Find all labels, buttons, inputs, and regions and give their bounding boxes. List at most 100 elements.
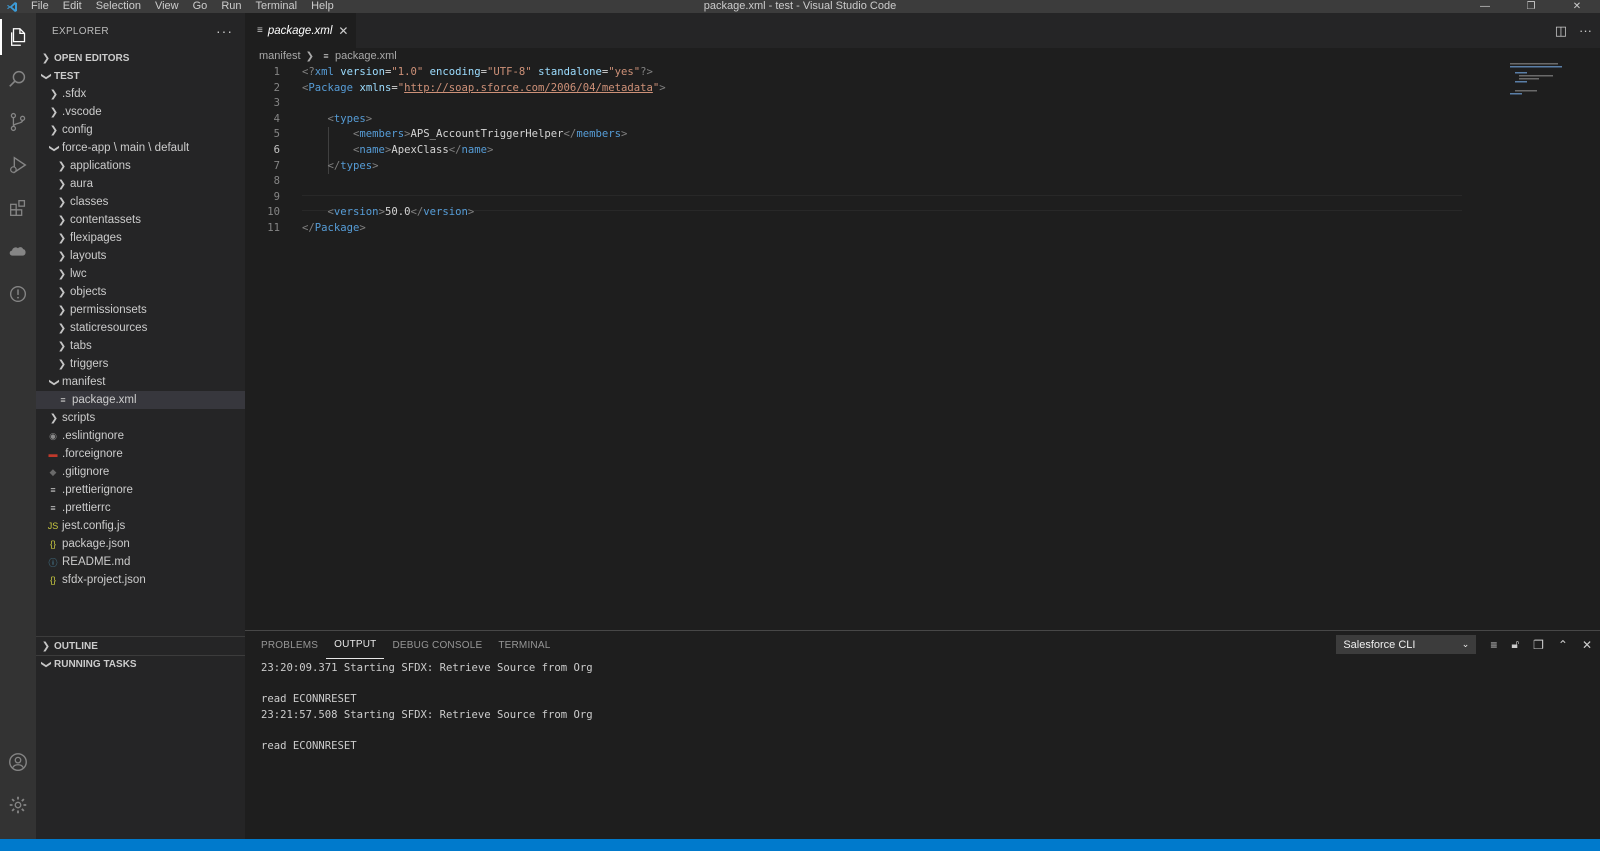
code-token: >	[359, 221, 366, 234]
chevron-right-icon: ❯	[49, 106, 59, 118]
tree-folder[interactable]: ❯ config	[36, 121, 245, 139]
menu-go[interactable]: Go	[186, 0, 215, 13]
search-icon[interactable]	[0, 61, 36, 97]
menu-view[interactable]: View	[148, 0, 186, 13]
tree-folder[interactable]: ❯ layouts	[36, 247, 245, 265]
close-panel-icon[interactable]: ✕	[1582, 638, 1592, 652]
tree-file[interactable]: ◆ .gitignore	[36, 463, 245, 481]
close-tab-icon[interactable]: ✕	[338, 24, 348, 38]
tree-item-label: .prettierrc	[62, 502, 111, 514]
menu-edit[interactable]: Edit	[56, 0, 89, 13]
clear-output-icon[interactable]: ≡	[1490, 638, 1497, 652]
tree-file[interactable]: ≡ .prettierrc	[36, 499, 245, 517]
workspace-section[interactable]: ❯ TEST	[36, 67, 245, 85]
tree-folder[interactable]: ❯ .vscode	[36, 103, 245, 121]
lock-icon[interactable]: 🔓︎	[1511, 637, 1519, 652]
forceignore-icon: ▬	[48, 449, 58, 459]
breadcrumb-file[interactable]: package.xml	[335, 50, 397, 62]
copy-icon[interactable]: ❐	[1533, 638, 1544, 652]
tree-folder[interactable]: ❯ aura	[36, 175, 245, 193]
menu-selection[interactable]: Selection	[89, 0, 148, 13]
menu-file[interactable]: File	[24, 0, 56, 13]
running-tasks-section[interactable]: ❯ RUNNING TASKS	[36, 655, 245, 673]
tree-item-label: .sfdx	[62, 88, 87, 100]
tree-folder[interactable]: ❯ flexipages	[36, 229, 245, 247]
tree-item-label: aura	[70, 178, 94, 190]
code-token: </	[410, 206, 424, 219]
code-token: "yes"	[608, 66, 641, 78]
code-line: 6 <name>ApexClass</name>	[245, 143, 1465, 159]
tree-file[interactable]: JS jest.config.js	[36, 517, 245, 535]
tree-folder[interactable]: ❯ manifest	[36, 373, 245, 391]
minimize-icon[interactable]: —	[1462, 0, 1508, 13]
code-token[interactable]: http://soap.sforce.com/2006/04/metadata	[404, 82, 653, 94]
tree-folder[interactable]: ❯ objects	[36, 283, 245, 301]
minimap[interactable]	[1505, 61, 1600, 630]
output-log[interactable]: 23:20:09.371 Starting SFDX: Retrieve Sou…	[245, 659, 1600, 755]
tree-file[interactable]: ≡ package.xml	[36, 391, 245, 409]
restore-icon[interactable]: ❐	[1508, 0, 1554, 13]
tree-folder[interactable]: ❯ scripts	[36, 409, 245, 427]
tree-folder[interactable]: ❯ lwc	[36, 265, 245, 283]
breadcrumb-folder[interactable]: manifest	[259, 50, 301, 62]
more-actions-icon[interactable]: ···	[216, 23, 233, 39]
tab-output[interactable]: OUTPUT	[326, 631, 385, 659]
tree-file[interactable]: ⓘ README.md	[36, 553, 245, 571]
tab-problems[interactable]: PROBLEMS	[253, 631, 326, 659]
chevron-up-icon[interactable]: ⌃	[1558, 638, 1568, 652]
tree-folder[interactable]: ❯ classes	[36, 193, 245, 211]
code-token: version	[423, 206, 468, 219]
code-line: 5 <members>APS_AccountTriggerHelper</mem…	[245, 127, 1465, 143]
workspace-label: TEST	[54, 70, 80, 82]
tab-terminal[interactable]: TERMINAL	[490, 631, 558, 659]
output-line: 23:20:09.371 Starting SFDX: Retrieve Sou…	[261, 662, 593, 674]
tree-file[interactable]: ≡ .prettierignore	[36, 481, 245, 499]
tree-file[interactable]: {} sfdx-project.json	[36, 571, 245, 589]
salesforce-cloud-icon[interactable]	[0, 233, 36, 269]
run-debug-icon[interactable]	[0, 147, 36, 183]
close-icon[interactable]: ✕	[1554, 0, 1600, 13]
menu-help[interactable]: Help	[304, 0, 341, 13]
extensions-icon[interactable]	[0, 190, 36, 226]
tree-folder[interactable]: ❯ contentassets	[36, 211, 245, 229]
open-editors-section[interactable]: ❯ OPEN EDITORS	[36, 49, 245, 67]
explorer-icon[interactable]	[0, 19, 36, 55]
output-channel-select[interactable]: Salesforce CLI ⌄	[1336, 635, 1477, 654]
tree-folder[interactable]: ❯ .sfdx	[36, 85, 245, 103]
tree-item-label: lwc	[70, 268, 87, 280]
source-control-icon[interactable]	[0, 104, 36, 140]
outline-section[interactable]: ❯ OUTLINE	[36, 637, 245, 655]
settings-gear-icon[interactable]	[0, 787, 36, 823]
tree-folder[interactable]: ❯ triggers	[36, 355, 245, 373]
tab-debug-console[interactable]: DEBUG CONSOLE	[384, 631, 490, 659]
tab-package-xml[interactable]: ≡ package.xml ✕	[245, 13, 357, 48]
chevron-right-icon: ❯	[57, 250, 67, 262]
split-editor-icon[interactable]: ◫	[1555, 23, 1567, 39]
tree-file[interactable]: ◉ .eslintignore	[36, 427, 245, 445]
chevron-right-icon: ❯	[305, 50, 314, 62]
line-number: 6	[273, 143, 280, 156]
problems-alert-icon[interactable]	[0, 276, 36, 312]
tree-folder[interactable]: ❯ applications	[36, 157, 245, 175]
code-token: encoding	[429, 66, 481, 78]
tree-folder[interactable]: ❯ staticresources	[36, 319, 245, 337]
tree-folder[interactable]: ❯ permissionsets	[36, 301, 245, 319]
code-editor[interactable]: 1 <?xml version="1.0" encoding="UTF-8" st…	[245, 65, 1465, 237]
tree-item-label: triggers	[70, 358, 109, 370]
more-actions-icon[interactable]: ···	[1579, 23, 1592, 38]
account-icon[interactable]	[0, 744, 36, 780]
menu-terminal[interactable]: Terminal	[249, 0, 305, 13]
tree-file[interactable]: {} package.json	[36, 535, 245, 553]
line-content: <?xml version="1.0" encoding="UTF-8" sta…	[302, 65, 653, 81]
code-token: types	[333, 112, 366, 125]
line-number: 9	[273, 190, 280, 203]
code-token: </	[563, 128, 577, 141]
info-icon: ⓘ	[48, 557, 58, 568]
tree-folder[interactable]: ❯ tabs	[36, 337, 245, 355]
menu-run[interactable]: Run	[214, 0, 248, 13]
tree-file[interactable]: ▬ .forceignore	[36, 445, 245, 463]
tree-item-label: layouts	[70, 250, 107, 262]
panel-actions: Salesforce CLI ⌄ ≡ 🔓︎ ❐ ⌃ ✕	[1336, 635, 1592, 654]
tree-folder[interactable]: ❯ force-app \ main \ default	[36, 139, 245, 157]
